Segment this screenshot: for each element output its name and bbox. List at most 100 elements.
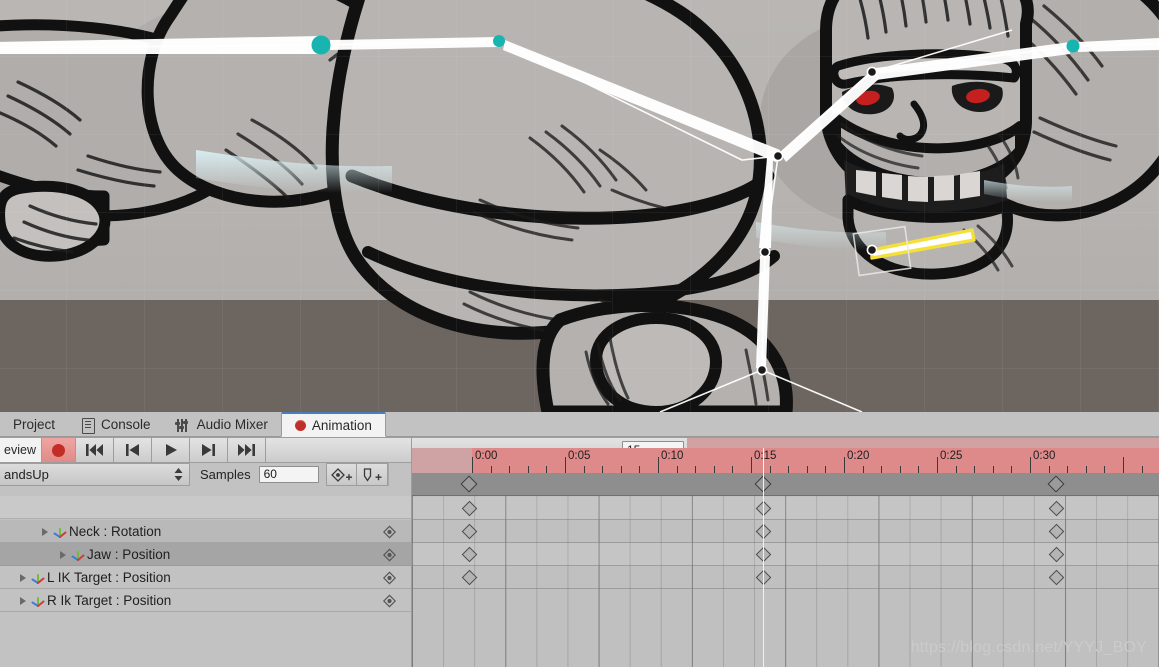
ruler-tick-minor [955, 466, 957, 473]
ruler-tick-minor [806, 466, 808, 473]
play-button[interactable] [152, 437, 190, 463]
ruler-tick-minor [546, 466, 548, 473]
ruler-pre-range [412, 448, 472, 473]
keyframe-toggle-icon[interactable] [382, 524, 397, 539]
summary-keyframe[interactable] [1047, 475, 1065, 493]
keyframe-toggle-icon[interactable] [382, 547, 397, 562]
dope-row[interactable] [412, 520, 1159, 543]
summary-keyframe-row[interactable] [412, 473, 1159, 496]
collapsed-triangle-icon[interactable] [60, 550, 66, 559]
keyframe-diamond[interactable] [1048, 546, 1064, 562]
tab-audio-mixer[interactable]: Audio Mixer [164, 412, 281, 437]
keyframe-diamond[interactable] [461, 500, 477, 516]
scene-grid [0, 0, 1159, 412]
keyframe-diamond[interactable] [1048, 569, 1064, 585]
property-row-label: L IK Target : Position [47, 570, 171, 585]
clip-name-label: andsUp [4, 467, 49, 482]
keyframe-diamond[interactable] [461, 546, 477, 562]
ruler-tick-minor [974, 466, 976, 473]
last-frame-button[interactable] [228, 437, 266, 463]
ruler-tick-minor [1048, 466, 1050, 473]
add-keyframe-button[interactable] [325, 463, 357, 486]
collapsed-triangle-icon[interactable] [20, 573, 26, 582]
playhead-line [763, 473, 764, 667]
tab-project[interactable]: Project [0, 412, 68, 437]
keyframe-toggle-icon[interactable] [382, 570, 397, 585]
transform-axis-icon [53, 525, 67, 539]
step-back-icon [126, 444, 139, 456]
add-keyframe-icon [330, 467, 352, 482]
collapsed-triangle-icon[interactable] [42, 527, 48, 536]
ruler-tick-major [1030, 457, 1031, 473]
ruler-tick-minor [881, 466, 883, 473]
ruler-tick-minor [788, 466, 790, 473]
ruler-tick-minor [1011, 466, 1013, 473]
ruler-tick-label: 0:20 [847, 450, 870, 462]
ruler-tick-minor [732, 466, 734, 473]
scene-view[interactable] [0, 0, 1159, 412]
next-keyframe-button[interactable] [190, 437, 228, 463]
collapsed-triangle-icon[interactable] [20, 596, 26, 605]
ruler-tick-label: 0:10 [661, 450, 684, 462]
first-frame-button[interactable] [76, 437, 114, 463]
ruler-tick-minor [490, 466, 492, 473]
skip-to-end-icon [238, 444, 255, 456]
ruler-tick-minor [583, 466, 585, 473]
ruler-tick-minor [769, 466, 771, 473]
ruler-tick-minor [620, 466, 622, 473]
playhead-ruler-line [763, 448, 764, 473]
dope-row[interactable] [412, 497, 1159, 520]
summary-keyframe[interactable] [460, 475, 478, 493]
samples-label: Samples [190, 463, 259, 486]
property-row-label: Jaw : Position [87, 547, 171, 562]
keyframe-diamond[interactable] [461, 569, 477, 585]
ruler-tick-label: 0:00 [475, 450, 498, 462]
ruler-tick-minor [918, 466, 920, 473]
ruler-tick-major [751, 457, 752, 473]
play-icon [165, 444, 177, 456]
dope-row[interactable] [412, 543, 1159, 566]
record-button[interactable] [42, 437, 76, 463]
panel-tab-bar: Project Console Audio Mixer Animation [0, 412, 1159, 437]
ruler-tick-major [658, 457, 659, 473]
panel-divider[interactable] [411, 437, 412, 667]
preview-toggle-button[interactable]: eview [0, 437, 42, 463]
timeline-ruler[interactable]: 0:00 0:05 0:10 0:15 0:20 0:25 0:30 [412, 448, 1159, 473]
property-row[interactable]: R Ik Target : Position [0, 589, 412, 612]
dope-row[interactable] [412, 566, 1159, 589]
unity-editor-window: Project Console Audio Mixer Animation ev… [0, 0, 1159, 667]
tab-animation-label: Animation [311, 417, 372, 433]
tab-animation[interactable]: Animation [280, 412, 386, 437]
record-dot-icon [294, 419, 306, 431]
ruler-tick-major [472, 457, 473, 473]
ruler-tick-label: 0:05 [568, 450, 591, 462]
ruler-tick-minor [1085, 466, 1087, 473]
clip-selector-dropdown[interactable]: andsUp [0, 463, 190, 486]
property-row[interactable]: L IK Target : Position [0, 566, 412, 589]
keyframe-toggle-icon[interactable] [382, 593, 397, 608]
ruler-tick-label: 0:25 [940, 450, 963, 462]
add-event-button[interactable] [356, 463, 388, 486]
console-icon [81, 417, 96, 434]
transform-axis-icon [31, 594, 45, 608]
keyframe-diamond[interactable] [1048, 500, 1064, 516]
keyframe-diamond[interactable] [461, 523, 477, 539]
dope-row-separator [412, 588, 1159, 589]
ruler-tick-minor [639, 466, 641, 473]
property-row[interactable]: Jaw : Position [0, 543, 412, 566]
ruler-tick-minor [527, 466, 529, 473]
previous-keyframe-button[interactable] [114, 437, 152, 463]
property-row[interactable]: Neck : Rotation [0, 520, 412, 543]
ruler-tick-minor [1104, 466, 1106, 473]
property-row-separator [0, 611, 412, 612]
ruler-tick-minor [825, 466, 827, 473]
ruler-tick-minor [676, 466, 678, 473]
ruler-tick-minor [1067, 466, 1069, 473]
ruler-tick-minor [862, 466, 864, 473]
property-row-label: R Ik Target : Position [47, 593, 172, 608]
dope-sheet[interactable] [412, 473, 1159, 667]
samples-input[interactable]: 60 [258, 466, 319, 483]
tab-console[interactable]: Console [68, 412, 164, 437]
ruler-tick-minor [509, 466, 511, 473]
keyframe-diamond[interactable] [1048, 523, 1064, 539]
